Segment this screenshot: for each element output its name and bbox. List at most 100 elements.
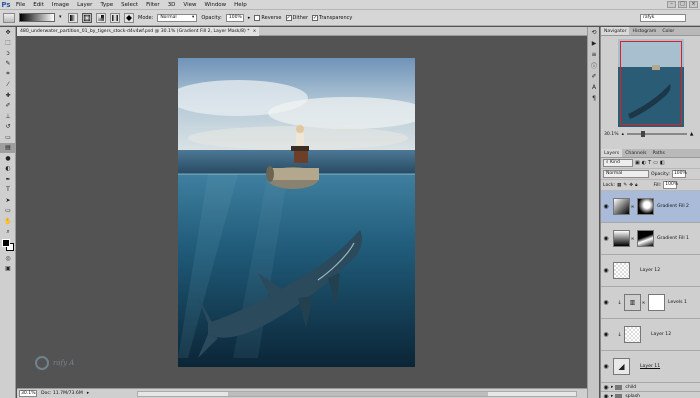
clone-stamp-tool-icon[interactable]: ⊥ xyxy=(0,111,16,122)
menu-layer[interactable]: Layer xyxy=(73,2,96,8)
layer-row[interactable]: ◉ Layer 12 xyxy=(601,255,700,287)
pixel-filter-icon[interactable]: ▣ xyxy=(635,160,640,166)
adjustment-filter-icon[interactable]: ◐ xyxy=(642,160,646,166)
zoom-out-icon[interactable]: ▴ xyxy=(622,132,624,137)
menu-3d[interactable]: 3D xyxy=(164,2,180,8)
menu-view[interactable]: View xyxy=(179,2,200,8)
type-filter-icon[interactable]: T xyxy=(648,160,651,166)
scrollbar-thumb[interactable] xyxy=(228,392,488,396)
layer-name[interactable]: Gradient Fill 2 xyxy=(657,204,689,209)
eye-icon[interactable]: ◉ xyxy=(601,203,611,210)
layer-row[interactable]: ◉ ◢ Layer 11 xyxy=(601,351,700,383)
pen-tool-icon[interactable]: ✒ xyxy=(0,174,16,185)
group-name[interactable]: splash xyxy=(625,394,640,398)
hand-tool-icon[interactable]: ✋ xyxy=(0,216,16,227)
menu-help[interactable]: Help xyxy=(230,2,251,8)
navigator-preview[interactable] xyxy=(617,39,684,127)
expand-arrow-icon[interactable]: ▸ xyxy=(611,394,613,398)
eye-icon[interactable]: ◉ xyxy=(601,299,611,306)
properties-panel-icon[interactable]: ≡ xyxy=(588,49,600,60)
layer-name[interactable]: Layer 12 xyxy=(651,332,671,337)
eye-icon[interactable]: ◉ xyxy=(601,331,611,338)
quick-select-tool-icon[interactable]: ✎ xyxy=(0,59,16,70)
zoom-tool-icon[interactable]: ⌕ xyxy=(0,227,16,238)
gradient-swatch[interactable] xyxy=(19,13,55,22)
color-swatches[interactable] xyxy=(0,237,16,253)
reflected-gradient-button[interactable] xyxy=(110,12,120,23)
tab-color[interactable]: Color xyxy=(659,27,677,35)
navigator-view-box[interactable] xyxy=(619,41,682,125)
group-row[interactable]: ◉ ▸ splash xyxy=(601,392,700,398)
eye-icon[interactable]: ◉ xyxy=(601,393,611,398)
character-panel-icon[interactable]: A xyxy=(588,82,600,93)
blur-tool-icon[interactable]: ● xyxy=(0,153,16,164)
transparency-checkbox[interactable]: ✓ Transparency xyxy=(312,14,352,21)
blend-mode-select[interactable]: Normal xyxy=(603,170,649,178)
eye-icon[interactable]: ◉ xyxy=(601,267,611,274)
dither-checkbox[interactable]: ✓ Dither xyxy=(285,14,308,21)
marquee-tool-icon[interactable]: ⬚ xyxy=(0,38,16,49)
layer-name[interactable]: Layer 12 xyxy=(640,268,660,273)
eyedropper-tool-icon[interactable]: ⁄ xyxy=(0,80,16,91)
navigator-zoom-slider[interactable] xyxy=(626,131,687,137)
move-tool-icon[interactable]: ✥ xyxy=(0,27,16,38)
lock-all-icon[interactable]: 🔒︎ xyxy=(635,182,637,188)
menu-select[interactable]: Select xyxy=(117,2,142,8)
layer-opacity-field[interactable]: 100% xyxy=(671,170,687,178)
maximize-button[interactable]: □ xyxy=(678,1,687,8)
layer-row[interactable]: ◉ ↓ Layer 12 xyxy=(601,319,700,351)
zoom-in-icon[interactable]: ▲ xyxy=(690,132,694,137)
group-name[interactable]: child xyxy=(625,385,636,390)
dodge-tool-icon[interactable]: ◐ xyxy=(0,164,16,175)
layer-row[interactable]: ◉ ∞ Gradient Fill 1 xyxy=(601,223,700,255)
layer-mask-thumbnail[interactable] xyxy=(637,198,654,215)
canvas-area[interactable]: rafy A xyxy=(17,36,587,388)
opacity-field[interactable]: 100% xyxy=(225,13,244,22)
shape-tool-icon[interactable]: ▭ xyxy=(0,206,16,217)
brush-tool-icon[interactable]: ✐ xyxy=(0,101,16,112)
transparency-check-box[interactable]: ✓ xyxy=(312,14,319,21)
group-row[interactable]: ◉ ▸ child xyxy=(601,383,700,392)
shape-filter-icon[interactable]: ▭ xyxy=(653,160,658,166)
lock-position-icon[interactable]: ✥ xyxy=(629,183,633,188)
tab-layers[interactable]: Layers xyxy=(601,149,623,157)
tab-channels[interactable]: Channels xyxy=(622,149,649,157)
menu-filter[interactable]: Filter xyxy=(142,2,164,8)
layer-name[interactable]: Layer 11 xyxy=(640,364,660,369)
menu-edit[interactable]: Edit xyxy=(29,2,48,8)
dither-check-box[interactable]: ✓ xyxy=(285,14,292,21)
history-brush-tool-icon[interactable]: ↺ xyxy=(0,122,16,133)
lasso-tool-icon[interactable]: ↄ xyxy=(0,48,16,59)
smart-filter-icon[interactable]: ◧ xyxy=(660,160,665,166)
eye-icon[interactable]: ◉ xyxy=(601,363,611,370)
layer-mask-thumbnail[interactable] xyxy=(648,294,665,311)
menu-window[interactable]: Window xyxy=(200,2,230,8)
layer-row[interactable]: ◉ ∞ Gradient Fill 2 xyxy=(601,191,700,223)
expand-arrow-icon[interactable]: ▸ xyxy=(611,385,613,390)
status-arrow-icon[interactable]: ▸ xyxy=(87,391,89,396)
brush-panel-icon[interactable]: ✐ xyxy=(588,71,600,82)
layer-name[interactable]: Levels 1 xyxy=(668,300,687,305)
path-selection-tool-icon[interactable]: ➤ xyxy=(0,195,16,206)
info-panel-icon[interactable]: ⓘ xyxy=(588,60,600,71)
angle-gradient-button[interactable] xyxy=(96,12,106,23)
gradient-tool-icon[interactable]: ▤ xyxy=(0,142,16,153)
minimize-button[interactable]: – xyxy=(667,1,676,8)
lock-pixels-icon[interactable]: ▦ xyxy=(617,183,621,188)
reverse-checkbox[interactable]: Reverse xyxy=(254,14,282,21)
tool-preset-picker[interactable] xyxy=(3,12,15,23)
horizontal-scrollbar[interactable] xyxy=(137,391,577,397)
reverse-check-box[interactable] xyxy=(254,14,261,21)
zoom-field[interactable]: 30.1% xyxy=(19,390,37,397)
lock-paint-icon[interactable]: ✎ xyxy=(623,183,627,188)
foreground-color-swatch[interactable] xyxy=(2,239,10,247)
menu-file[interactable]: File xyxy=(12,2,29,8)
history-panel-icon[interactable]: ⟲ xyxy=(588,27,600,38)
document-tab[interactable]: 480_underwater_partition_01_by_tigers_st… xyxy=(17,27,259,36)
eraser-tool-icon[interactable]: ▭ xyxy=(0,132,16,143)
chain-link-icon[interactable]: ∞ xyxy=(630,236,635,242)
chain-link-icon[interactable]: ∞ xyxy=(630,204,635,210)
quick-mask-icon[interactable]: ◎ xyxy=(0,253,16,264)
tab-paths[interactable]: Paths xyxy=(649,149,668,157)
workspace-select[interactable]: rafyk xyxy=(640,14,686,22)
